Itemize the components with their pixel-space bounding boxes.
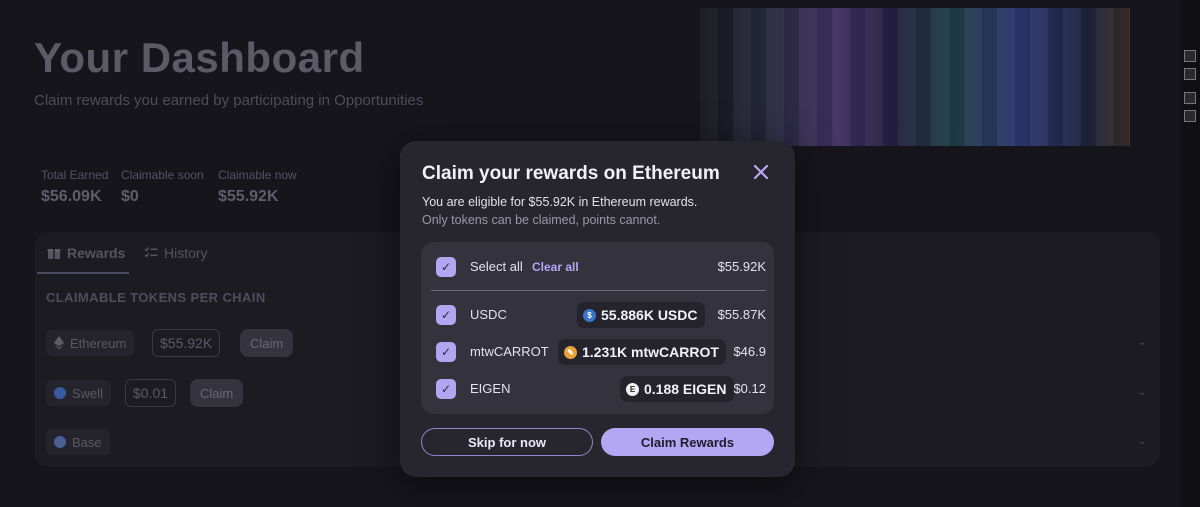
claim-button[interactable]: Claim — [190, 379, 244, 407]
token-checkbox-usdc[interactable]: ✓ — [436, 305, 456, 325]
swell-icon — [54, 387, 66, 399]
chevron-down-icon[interactable]: ⌄ — [1138, 387, 1146, 398]
window-edge-square — [1184, 50, 1196, 62]
tab-history[interactable]: History — [144, 245, 208, 261]
tab-label: Rewards — [67, 245, 126, 261]
select-all-total: $55.92K — [717, 259, 766, 274]
gift-icon — [47, 249, 61, 259]
claim-button[interactable]: Claim — [240, 329, 294, 357]
token-amount: 0.188 EIGEN — [644, 381, 727, 397]
chain-name: Ethereum — [70, 335, 127, 351]
skip-for-now-button[interactable]: Skip for now — [421, 428, 593, 456]
window-edge-square — [1184, 68, 1196, 80]
eigen-icon: E — [626, 382, 639, 396]
close-icon[interactable] — [751, 163, 771, 183]
chain-name: Base — [72, 434, 102, 450]
eligibility-text: You are eligible for $55.92K in Ethereum… — [422, 195, 698, 209]
token-selection-box: ✓ Select all Clear all $55.92K ✓ USDC $ … — [421, 242, 774, 414]
select-all-label: Select all — [470, 259, 523, 274]
token-amount: 1.231K mtwCARROT — [582, 344, 719, 360]
page-subtitle: Claim rewards you earned by participatin… — [34, 92, 424, 109]
carrot-icon: ✎ — [564, 345, 577, 359]
stat-claimable-soon: Claimable soon $0 — [121, 168, 204, 206]
base-icon — [54, 436, 66, 448]
token-usd-value: $0.12 — [733, 381, 766, 396]
token-usd-value: $46.9 — [733, 344, 766, 359]
stat-claimable-now: Claimable now $55.92K — [218, 168, 297, 206]
window-edge-square — [1184, 92, 1196, 104]
chain-chip: Base — [46, 429, 110, 455]
usdc-icon: $ — [583, 308, 596, 322]
select-all-checkbox[interactable]: ✓ — [436, 257, 456, 277]
stat-value: $56.09K — [41, 188, 102, 205]
token-amount-pill: $ 55.886K USDC — [577, 302, 705, 328]
token-usd-value: $55.87K — [717, 307, 766, 322]
claim-note: Only tokens can be claimed, points canno… — [422, 213, 661, 227]
stat-total-earned: Total Earned $56.09K — [41, 168, 108, 206]
stat-value: $55.92K — [218, 188, 279, 205]
chain-value: $55.92K — [152, 329, 221, 357]
tab-rewards[interactable]: Rewards — [47, 245, 125, 261]
token-amount-pill: E 0.188 EIGEN — [620, 376, 734, 402]
modal-title: Claim your rewards on Ethereum — [422, 163, 720, 184]
hero-banner-stripes — [700, 8, 1130, 146]
active-tab-indicator — [37, 272, 129, 274]
close-icon-glyph — [753, 164, 769, 180]
token-amount-pill: ✎ 1.231K mtwCARROT — [558, 339, 726, 365]
token-checkbox-mtwcarrot[interactable]: ✓ — [436, 342, 456, 362]
stat-label: Claimable soon — [121, 168, 204, 182]
stat-label: Total Earned — [41, 168, 109, 182]
window-edge — [1180, 0, 1200, 507]
token-symbol: USDC — [470, 307, 507, 322]
token-checkbox-eigen[interactable]: ✓ — [436, 379, 456, 399]
token-symbol: EIGEN — [470, 381, 511, 396]
ethereum-icon — [54, 336, 64, 350]
chain-value: $0.01 — [125, 379, 177, 407]
chain-chip: Swell — [46, 380, 112, 406]
chain-name: Swell — [72, 385, 104, 401]
tab-label: History — [164, 245, 208, 261]
chevron-down-icon[interactable]: ⌄ — [1138, 337, 1146, 348]
section-title: CLAIMABLE TOKENS PER CHAIN — [46, 290, 266, 305]
chevron-down-icon[interactable]: ⌄ — [1138, 436, 1146, 447]
claim-rewards-button[interactable]: Claim Rewards — [601, 428, 774, 456]
clear-all-link[interactable]: Clear all — [532, 260, 579, 274]
token-symbol: mtwCARROT — [470, 344, 549, 359]
stat-value: $0 — [121, 188, 139, 205]
chain-chip: Ethereum — [46, 330, 135, 356]
window-edge-square — [1184, 110, 1196, 122]
token-amount: 55.886K USDC — [601, 307, 698, 323]
list-check-icon — [144, 247, 158, 258]
stat-label: Claimable now — [218, 168, 297, 182]
page-title: Your Dashboard — [34, 34, 365, 81]
claim-modal: Claim your rewards on Ethereum You are e… — [400, 141, 795, 477]
divider — [431, 290, 766, 291]
